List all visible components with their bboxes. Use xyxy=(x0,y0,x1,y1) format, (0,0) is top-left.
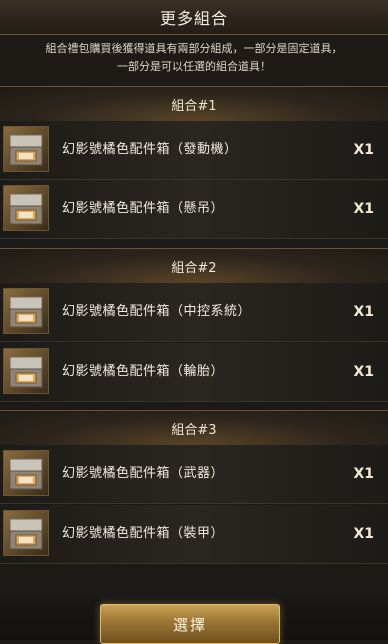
item-quantity: X1 xyxy=(353,142,374,158)
group-label: 組合#3 xyxy=(171,422,217,438)
description-line-1: 組合禮包購買後獲得道具有兩部分組成，一部分是固定道具， xyxy=(45,42,343,55)
list-item[interactable]: 幻影號橘色配件箱（武器） X1 xyxy=(0,445,388,504)
item-name: 幻影號橘色配件箱（武器） xyxy=(62,466,225,481)
group-label: 組合#2 xyxy=(171,260,217,276)
crate-icon xyxy=(3,510,49,556)
top-bar: 更多組合 xyxy=(0,0,388,35)
item-quantity: X1 xyxy=(353,466,374,482)
group-header-3: 組合#3 xyxy=(0,410,388,445)
list-item[interactable]: 幻影號橘色配件箱（輪胎） X1 xyxy=(0,343,388,402)
group-header-2: 組合#2 xyxy=(0,248,388,283)
item-quantity: X1 xyxy=(353,201,374,217)
item-name: 幻影號橘色配件箱（中控系統） xyxy=(62,304,252,319)
description: 組合禮包購買後獲得道具有兩部分組成，一部分是固定道具， 一部分是可以任選的組合道… xyxy=(0,35,388,85)
description-line-2: 一部分是可以任選的組合道具！ xyxy=(117,60,271,73)
list-item[interactable]: 幻影號橘色配件箱（裝甲） X1 xyxy=(0,505,388,564)
item-quantity: X1 xyxy=(353,526,374,542)
item-name: 幻影號橘色配件箱（輪胎） xyxy=(62,364,225,379)
crate-icon xyxy=(3,348,49,394)
select-button[interactable]: 選擇 xyxy=(100,604,280,644)
crate-icon xyxy=(3,450,49,496)
crate-icon xyxy=(3,185,49,231)
list-item[interactable]: 幻影號橘色配件箱（懸吊） X1 xyxy=(0,180,388,239)
crate-icon xyxy=(3,126,49,172)
item-quantity: X1 xyxy=(353,364,374,380)
crate-icon xyxy=(3,288,49,334)
group-label: 組合#1 xyxy=(171,98,217,114)
item-name: 幻影號橘色配件箱（發動機） xyxy=(62,142,238,157)
item-name: 幻影號橘色配件箱（懸吊） xyxy=(62,201,225,216)
select-button-label: 選擇 xyxy=(172,615,207,634)
list-item[interactable]: 幻影號橘色配件箱（中控系統） X1 xyxy=(0,283,388,342)
list-item[interactable]: 幻影號橘色配件箱（發動機） X1 xyxy=(0,121,388,180)
group-header-1: 組合#1 xyxy=(0,86,388,121)
item-quantity: X1 xyxy=(353,304,374,320)
page-title: 更多組合 xyxy=(159,9,228,28)
item-name: 幻影號橘色配件箱（裝甲） xyxy=(62,526,225,541)
